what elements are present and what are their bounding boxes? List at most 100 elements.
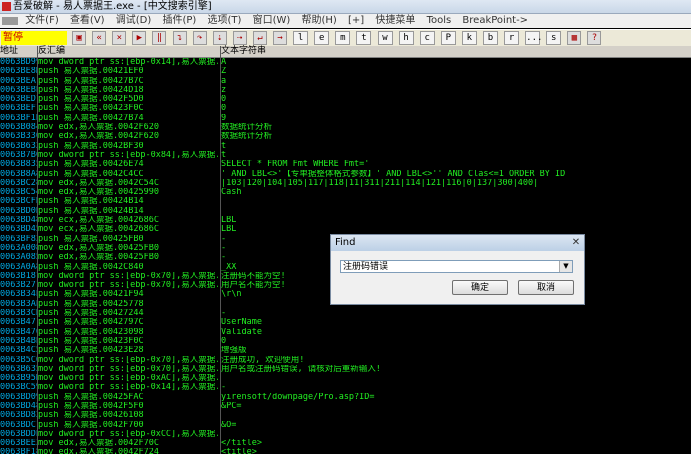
table-row[interactable]: mov edx,易人票据.00425FB0 bbox=[38, 253, 218, 262]
pause-icon[interactable]: ‖ bbox=[152, 31, 167, 45]
table-row[interactable]: push 易人票据.00427B7C bbox=[38, 77, 218, 86]
table-row[interactable]: mov dword ptr ss:[ebp-0x70],易人票据.004 bbox=[38, 272, 218, 281]
table-row[interactable]: 0063B632 bbox=[0, 142, 37, 151]
table-row[interactable]: 0 bbox=[221, 95, 691, 104]
table-row[interactable]: 0063B187 bbox=[0, 272, 37, 281]
table-row[interactable]: 0063BF1B bbox=[0, 114, 37, 123]
table-row[interactable]: mov edx,易人票据.0042F724 bbox=[38, 448, 218, 454]
menu-shortcut[interactable]: 快捷菜单 bbox=[371, 14, 419, 28]
table-row[interactable]: 0063BEE3 bbox=[0, 439, 37, 448]
table-row[interactable]: 0063BC28 bbox=[0, 179, 37, 188]
ok-button[interactable]: 确定 bbox=[452, 280, 508, 295]
table-row[interactable]: mov edx,易人票据.0042F70C bbox=[38, 439, 218, 448]
table-row[interactable] bbox=[221, 430, 691, 439]
table-row[interactable]: 0063BD45 bbox=[0, 225, 37, 234]
table-row[interactable]: push 易人票据.00421EF0 bbox=[38, 67, 218, 76]
table-row[interactable]: SELECT * FROM Fmt WHERE Fmt=' bbox=[221, 160, 691, 169]
execute-till-return-icon[interactable]: ↵ bbox=[252, 31, 267, 45]
open-icon[interactable]: ▣ bbox=[72, 31, 87, 45]
table-row[interactable]: 0063BDC1 bbox=[0, 421, 37, 430]
table-row[interactable]: mov dword ptr ss:[ebp-0xAC],易人票据.004 bbox=[38, 374, 218, 383]
table-row[interactable]: 0063BC54 bbox=[0, 188, 37, 197]
menu-file[interactable]: 文件(F) bbox=[21, 14, 63, 28]
table-row[interactable]: ' AND LBL<>'【专单据整体格式参数】' AND LBL<>'' AND… bbox=[221, 170, 691, 179]
toolbar-dots-button[interactable]: ... bbox=[525, 31, 542, 45]
table-row[interactable]: mov ecx,易人票据.0042686C bbox=[38, 225, 218, 234]
table-row[interactable]: 用户名或注册码错误, 请核对后重新输入! bbox=[221, 365, 691, 374]
menu-options[interactable]: 选项(T) bbox=[204, 14, 246, 28]
table-row[interactable]: mov dword ptr ss:[ebp-0x70],易人票据.004 bbox=[38, 365, 218, 374]
toolbar-h-button[interactable]: h bbox=[398, 31, 414, 45]
table-row[interactable]: push 易人票据.0042F5F0 bbox=[38, 402, 218, 411]
table-row[interactable]: 0063B4BE bbox=[0, 337, 37, 346]
table-row[interactable]: mov ecx,易人票据.0042686C bbox=[38, 216, 218, 225]
table-row[interactable]: mov dword ptr ss:[ebp-0x70],易人票据.004 bbox=[38, 356, 218, 365]
table-row[interactable]: 9 bbox=[221, 114, 691, 123]
table-row[interactable]: 注册成功, 欢迎使用! bbox=[221, 356, 691, 365]
table-row[interactable]: mov edx,易人票据.0042F620 bbox=[38, 123, 218, 132]
column-header-address[interactable]: 地址 bbox=[0, 46, 37, 58]
toolbar-l-button[interactable]: l bbox=[293, 31, 309, 45]
menu-window[interactable]: 窗口(W) bbox=[249, 14, 295, 28]
toolbar-k-button[interactable]: k bbox=[461, 31, 477, 45]
column-header-text[interactable]: 文本字符串 bbox=[221, 46, 691, 58]
table-row[interactable]: 0063B8A8 bbox=[0, 170, 37, 179]
table-row[interactable]: 0063B635 bbox=[0, 365, 37, 374]
table-row[interactable]: mov dword ptr ss:[ebp-0xCC],易人票据.004 bbox=[38, 430, 218, 439]
run-icon[interactable]: ▶ bbox=[132, 31, 147, 45]
trace-over-icon[interactable]: ⇢ bbox=[232, 31, 247, 45]
table-row[interactable]: mov edx,易人票据.0042F620 bbox=[38, 132, 218, 141]
toolbar-r-button[interactable]: r bbox=[504, 31, 520, 45]
table-row[interactable]: 0063BEF1 bbox=[0, 104, 37, 113]
menu-tools[interactable]: Tools bbox=[423, 14, 456, 28]
table-row[interactable]: push 易人票据.00421F94 bbox=[38, 290, 218, 299]
table-row[interactable]: 0063BC59 bbox=[0, 383, 37, 392]
table-row[interactable]: 0 bbox=[221, 104, 691, 113]
table-row[interactable] bbox=[221, 411, 691, 420]
table-row[interactable]: 0063B330 bbox=[0, 132, 37, 141]
table-row[interactable]: &O= bbox=[221, 421, 691, 430]
table-row[interactable]: mov dword ptr ss:[ebp-0x84],易人票据.004 bbox=[38, 151, 218, 160]
table-row[interactable]: mov dword ptr ss:[ebp-0x70],易人票据.004 bbox=[38, 281, 218, 290]
table-row[interactable]: push 易人票据.00425778 bbox=[38, 300, 218, 309]
table-row[interactable]: push 易人票据.00424B14 bbox=[38, 207, 218, 216]
table-row[interactable]: z bbox=[221, 86, 691, 95]
trace-into-icon[interactable]: ⇣ bbox=[212, 31, 227, 45]
table-row[interactable] bbox=[221, 197, 691, 206]
table-row[interactable]: Cash bbox=[221, 188, 691, 197]
menu-plus[interactable]: [+] bbox=[344, 14, 368, 28]
toolbar-b-button[interactable]: b bbox=[482, 31, 498, 45]
toolbar-w-button[interactable]: w bbox=[377, 31, 393, 45]
table-row[interactable]: push 易人票据.00427244 bbox=[38, 309, 218, 318]
table-row[interactable]: mov edx,易人票据.0042C54C bbox=[38, 179, 218, 188]
table-row[interactable]: push 易人票据.00426E74 bbox=[38, 160, 218, 169]
table-row[interactable]: 0063BDDE bbox=[0, 430, 37, 439]
step-over-icon[interactable]: ↷ bbox=[192, 31, 207, 45]
cancel-button[interactable]: 取消 bbox=[518, 280, 574, 295]
rewind-icon[interactable]: « bbox=[92, 31, 107, 45]
toolbar-s-button[interactable]: s bbox=[546, 31, 562, 45]
table-row[interactable]: 0063B084 bbox=[0, 123, 37, 132]
table-row[interactable]: 0063B5C6 bbox=[0, 356, 37, 365]
menu-view[interactable]: 查看(V) bbox=[66, 14, 109, 28]
table-row[interactable]: LBL bbox=[221, 216, 691, 225]
table-row[interactable]: 0063B4C5 bbox=[0, 346, 37, 355]
menu-debug[interactable]: 调试(D) bbox=[112, 14, 156, 28]
help-icon[interactable]: ? bbox=[587, 31, 602, 45]
table-row[interactable]: 0063B271 bbox=[0, 281, 37, 290]
table-row[interactable]: mov edx,易人票据.00425990 bbox=[38, 188, 218, 197]
table-row[interactable]: 增强版 bbox=[221, 346, 691, 355]
table-row[interactable]: push 易人票据.00423F0C bbox=[38, 104, 218, 113]
table-row[interactable]: 0063B476 bbox=[0, 328, 37, 337]
close-icon[interactable]: × bbox=[112, 31, 127, 45]
table-row[interactable]: UserName bbox=[221, 318, 691, 327]
table-row[interactable]: 0063BD09 bbox=[0, 393, 37, 402]
menu-plugins[interactable]: 插件(P) bbox=[158, 14, 200, 28]
table-row[interactable]: 0063BEA1 bbox=[0, 77, 37, 86]
table-row[interactable]: 0063BD99 bbox=[0, 58, 37, 67]
table-row[interactable]: </title> bbox=[221, 439, 691, 448]
table-row[interactable]: 0063BF18 bbox=[0, 448, 37, 454]
table-row[interactable]: push 易人票据.0042797C bbox=[38, 318, 218, 327]
table-row[interactable]: - bbox=[221, 383, 691, 392]
table-row[interactable]: yirensoft/downpage/Pro.asp?ID= bbox=[221, 393, 691, 402]
